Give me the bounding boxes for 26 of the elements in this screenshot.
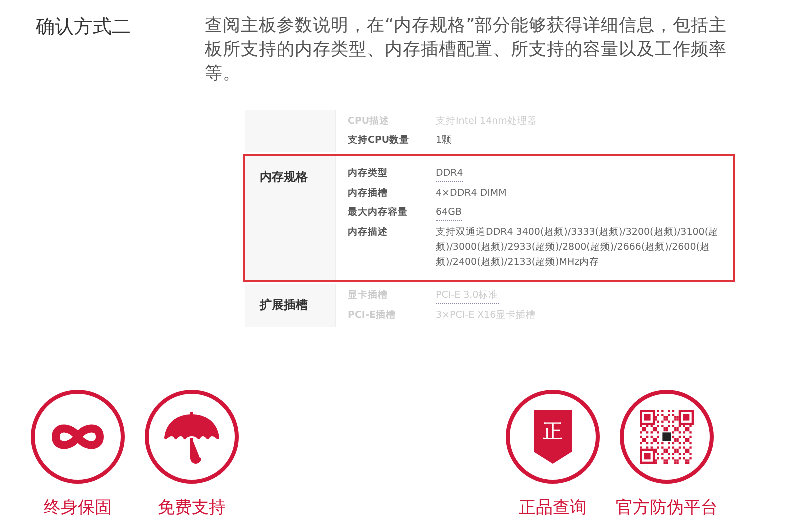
spec-label: 内存类型 [348,167,389,181]
service-label: 终身保固 [44,497,112,519]
spec-value: 1颗 [436,134,452,148]
umbrella-icon [164,410,220,464]
section-heading: 扩展插槽 [260,298,308,312]
method-title: 确认方式二 [36,15,132,40]
service-label: 官方防伪平台 [616,497,718,519]
infinity-icon [50,423,106,451]
spec-label: 最大内存容量 [348,206,409,220]
spec-label: 内存插槽 [348,187,389,201]
section-heading: 内存规格 [260,170,308,184]
service-badge[interactable] [145,390,239,484]
spec-label: 内存描述 [348,226,389,240]
spec-label: 支持CPU数量 [348,134,411,148]
shield-icon: 正 [534,410,572,464]
spec-value: 4×DDR4 DIMM [436,187,507,201]
spec-value-link[interactable]: 64GB [436,205,462,221]
service-badge[interactable] [620,390,714,484]
service-badge[interactable]: 正 [506,390,600,484]
method-description: 查阅主板参数说明，在“内存规格”部分能够获得详细信息，包括主板所支持的内存类型、内存插槽配置、所支持的容量以及工作频率等。 [205,15,728,86]
spec-value: 支持双通道DDR4 3400(超频)/3333(超频)/3200(超频)/3100(超频)/3000(超频)/2933(超频)/2800(超频)/2666(超频)/2600(超频)/2400(超频)/2133(超频)MHz内存 [436,226,720,270]
service-badge[interactable] [31,390,125,484]
service-label: 正品查询 [519,497,587,519]
spec-value-link[interactable]: DDR4 [436,166,464,182]
qr-code-icon [640,410,694,464]
service-label: 免费支持 [158,497,226,519]
